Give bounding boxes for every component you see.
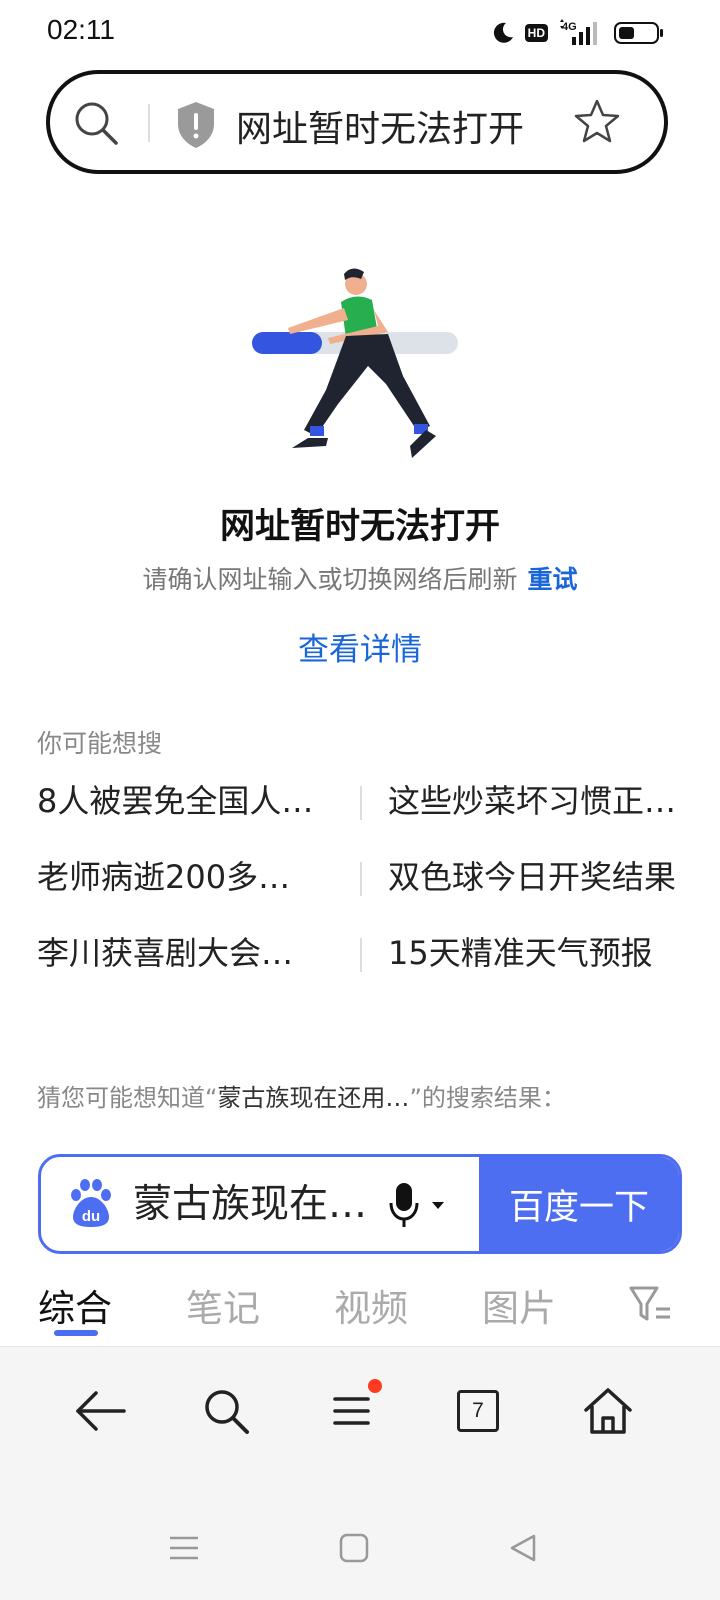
tab-videos[interactable]: 视频 — [334, 1278, 408, 1332]
search-icon — [205, 1390, 249, 1434]
tab-notes[interactable]: 笔记 — [186, 1278, 260, 1332]
chevron-down-icon[interactable] — [431, 1201, 445, 1211]
suggestion-row: 8人被罢免全国人大代表 这些炒菜坏习惯正在伤害你 — [37, 776, 683, 852]
suggestion-divider — [360, 862, 362, 896]
result-tabs: 综合 笔记 视频 图片 — [0, 1270, 720, 1344]
retry-link[interactable]: 重试 — [528, 565, 578, 594]
tab-images[interactable]: 图片 — [482, 1278, 556, 1332]
notification-dot — [368, 1379, 382, 1393]
back-icon — [76, 1391, 126, 1431]
system-nav-bar — [0, 1488, 720, 1600]
status-icons: HD 4G — [491, 16, 664, 50]
battery-icon — [614, 22, 663, 44]
baidu-search-box[interactable]: du 蒙古族现在还用蒙古文吗 百度一下 — [38, 1154, 682, 1254]
signal-icon: 4G — [560, 19, 597, 45]
search-icon[interactable] — [72, 99, 120, 147]
status-bar: 02:11 HD 4G — [0, 0, 720, 64]
star-icon[interactable] — [572, 97, 622, 147]
error-subtitle: 请确认网址输入或切换网络后刷新 重试 — [0, 560, 720, 596]
network-label: 4G — [562, 21, 577, 33]
filter-icon[interactable] — [628, 1284, 672, 1324]
hd-badge: HD — [524, 24, 548, 42]
url-bar[interactable]: 网址暂时无法打开 — [46, 70, 668, 174]
suggestion-row: 李川获喜剧大会总冠军 15天精准天气预报 — [37, 928, 683, 1004]
suggestions-heading: 你可能想搜 — [37, 729, 163, 758]
home-icon — [584, 1388, 632, 1434]
tabs-button[interactable]: 7 — [448, 1381, 508, 1441]
recents-icon[interactable] — [164, 1528, 204, 1568]
moon-icon — [493, 22, 513, 43]
error-illustration — [252, 268, 458, 458]
tab-count: 7 — [457, 1390, 499, 1432]
home-icon[interactable] — [334, 1528, 374, 1568]
suggestion-divider — [360, 938, 362, 972]
suggestion-row: 老师病逝200多毕业生 双色球今日开奖结果 — [37, 852, 683, 928]
guess-suffix: ”的搜索结果： — [409, 1084, 566, 1112]
baidu-search-input[interactable]: 蒙古族现在还用蒙古文吗 — [133, 1179, 373, 1231]
menu-button[interactable] — [322, 1379, 382, 1441]
url-divider — [148, 104, 150, 142]
view-details-link[interactable]: 查看详情 — [0, 624, 720, 669]
suggestion-item[interactable]: 李川获喜剧大会总冠军 — [37, 928, 317, 978]
error-subtitle-text: 请确认网址输入或切换网络后刷新 — [142, 565, 518, 594]
guess-prefix: 猜您可能想知道“ — [37, 1084, 218, 1112]
suggestion-item[interactable]: 老师病逝200多毕业生 — [37, 852, 317, 902]
suggestion-item[interactable]: 15天精准天气预报 — [388, 928, 683, 978]
tab-comprehensive[interactable]: 综合 — [38, 1278, 112, 1332]
status-time: 02:11 — [47, 14, 115, 45]
guess-query[interactable]: 蒙古族现在还用… — [217, 1084, 409, 1112]
suggestion-item[interactable]: 这些炒菜坏习惯正在伤害你 — [388, 776, 683, 826]
baidu-logo-text: du — [82, 1208, 100, 1225]
suggestions-grid: 8人被罢免全国人大代表 这些炒菜坏习惯正在伤害你 老师病逝200多毕业生 双色球… — [37, 776, 683, 1004]
baidu-paw-logo-icon: du — [71, 1179, 111, 1227]
error-title: 网址暂时无法打开 — [219, 507, 500, 547]
home-button[interactable] — [578, 1381, 638, 1441]
menu-icon — [333, 1397, 370, 1425]
back-button[interactable] — [70, 1381, 130, 1441]
guess-line: 猜您可能想知道“蒙古族现在还用…”的搜索结果： — [37, 1078, 566, 1113]
search-button[interactable] — [196, 1381, 256, 1441]
suggestion-item[interactable]: 双色球今日开奖结果 — [388, 852, 683, 902]
url-text[interactable]: 网址暂时无法打开 — [236, 100, 524, 152]
suggestion-item[interactable]: 8人被罢免全国人大代表 — [37, 776, 317, 826]
microphone-icon[interactable] — [387, 1179, 421, 1231]
tabs-icon: 7 — [457, 1390, 499, 1432]
active-tab-indicator — [54, 1330, 98, 1336]
shield-icon[interactable] — [174, 100, 218, 150]
baidu-search-button[interactable]: 百度一下 — [479, 1157, 679, 1251]
suggestion-divider — [360, 786, 362, 820]
back-icon[interactable] — [504, 1528, 544, 1568]
